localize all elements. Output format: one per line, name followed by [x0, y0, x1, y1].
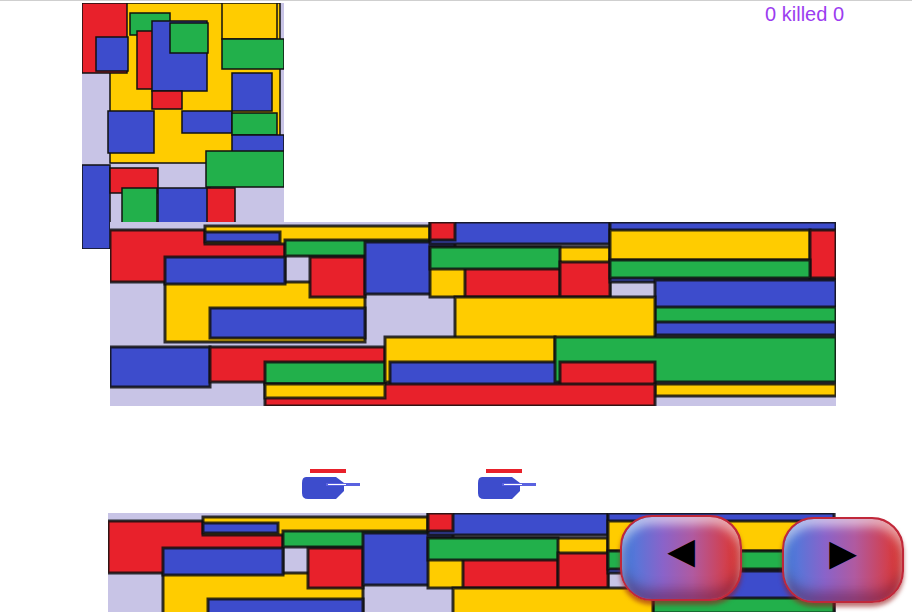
left-button[interactable]: ◀: [620, 515, 742, 601]
tank: [478, 469, 538, 501]
platform-upper: [110, 222, 836, 406]
tank-icon: [302, 469, 362, 501]
right-button[interactable]: ▶: [782, 517, 904, 603]
game-stage: 0 killed 0 ◀ ▶: [0, 0, 912, 612]
tank: [302, 469, 362, 501]
platform-pattern: [110, 222, 836, 406]
tower-pattern: [82, 3, 284, 249]
tank-icon: [478, 469, 538, 501]
block-tower: [82, 3, 284, 249]
score-counter: 0 killed 0: [765, 2, 844, 26]
